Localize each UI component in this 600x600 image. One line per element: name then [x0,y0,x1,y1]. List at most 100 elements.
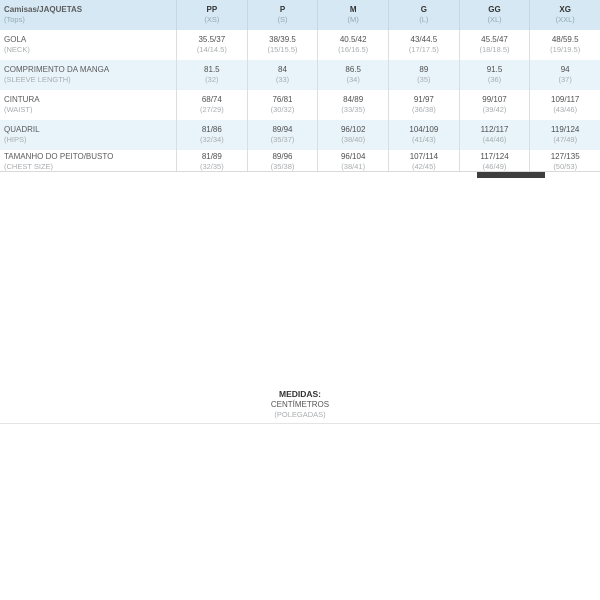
row-label-sub: (NECK) [4,45,174,55]
header-size-p-sub: (S) [248,15,318,25]
measurement-cell-main: 94 [530,65,600,75]
measurement-cell-main: 43/44.5 [389,35,459,45]
header-title-cell: Camisas/JAQUETAS(Tops) [0,0,176,30]
header-size-g: G(L) [388,0,459,30]
table-row: QUADRIL(HIPS)81/86(32/34)89/94(35/37)96/… [0,120,600,150]
measurement-cell: 43/44.5(17/17.5) [388,30,459,60]
measurement-cell-main: 81/89 [177,152,247,162]
row-label: GOLA(NECK) [0,30,176,60]
measurement-cell: 94(37) [529,60,600,90]
measurement-cell-main: 48/59.5 [530,35,600,45]
header-size-pp-sub: (XS) [177,15,247,25]
measurement-cell-sub: (41/43) [389,135,459,145]
header-size-xg-main: XG [530,5,600,15]
header-size-g-main: G [389,5,459,15]
table-row: GOLA(NECK)35.5/37(14/14.5)38/39.5(15/15.… [0,30,600,60]
measurement-cell-sub: (17/17.5) [389,45,459,55]
measurement-cell-main: 107/114 [389,152,459,162]
measurement-cell: 48/59.5(19/19.5) [529,30,600,60]
measurement-cell-sub: (36) [460,75,530,85]
row-label-main: GOLA [4,35,174,45]
measurement-cell-main: 81/86 [177,125,247,135]
measurement-cell-sub: (32) [177,75,247,85]
measurement-cell: 81.5(32) [176,60,247,90]
measurement-cell: 68/74(27/29) [176,90,247,120]
measurement-unit-alt: (POLEGADAS) [0,410,600,420]
header-title-cell-sub: (Tops) [4,15,174,25]
header-size-m-main: M [318,5,388,15]
measurement-cell: 38/39.5(15/15.5) [247,30,318,60]
measurement-cell-sub: (44/46) [460,135,530,145]
row-label: TAMANHO DO PEITO/BUSTO(CHEST SIZE) [0,150,176,171]
measurement-cell-main: 86.5 [318,65,388,75]
measurement-cell-main: 104/109 [389,125,459,135]
measurement-cell-sub: (38/40) [318,135,388,145]
measurement-cell-sub: (32/34) [177,135,247,145]
table-row: CINTURA(WAIST)68/74(27/29)76/81(30/32)84… [0,90,600,120]
measurement-cell: 81/89(32/35) [176,150,247,171]
measurement-cell-main: 127/135 [530,152,600,162]
header-size-m-sub: (M) [318,15,388,25]
measurement-cell: 84(33) [247,60,318,90]
measurement-cell-sub: (19/19.5) [530,45,600,55]
measurement-note-title: MEDIDAS: [0,389,600,400]
measurement-cell: 89(35) [388,60,459,90]
measurement-cell-sub: (35/38) [248,162,318,171]
measurement-cell-main: 89/96 [248,152,318,162]
measurement-cell-main: 76/81 [248,95,318,105]
measurement-cell-main: 84/89 [318,95,388,105]
measurement-unit: CENTÍMETROS [0,400,600,410]
header-size-m: M(M) [317,0,388,30]
header-size-gg: GG(XL) [459,0,530,30]
measurement-cell-sub: (43/46) [530,105,600,115]
measurement-cell-main: 38/39.5 [248,35,318,45]
measurement-cell-main: 109/117 [530,95,600,105]
measurement-cell-main: 40.5/42 [318,35,388,45]
measurement-cell-sub: (36/38) [389,105,459,115]
measurement-cell-sub: (32/35) [177,162,247,171]
measurement-cell-sub: (50/53) [530,162,600,171]
measurement-cell: 117/124(46/49) [459,150,530,171]
measurement-cell: 35.5/37(14/14.5) [176,30,247,60]
measurement-cell-main: 89 [389,65,459,75]
measurement-cell: 96/104(38/41) [317,150,388,171]
measurement-note: MEDIDAS: CENTÍMETROS (POLEGADAS) [0,389,600,420]
measurement-cell-sub: (30/32) [248,105,318,115]
measurement-cell: 84/89(33/35) [317,90,388,120]
measurement-cell-main: 89/94 [248,125,318,135]
measurement-cell: 99/107(39/42) [459,90,530,120]
measurement-cell-main: 96/102 [318,125,388,135]
row-label-sub: (SLEEVE LENGTH) [4,75,174,85]
size-chart-table: Camisas/JAQUETAS(Tops)PP(XS)P(S)M(M)G(L)… [0,0,600,172]
size-chart-page: MasculinoFemininoInfantilCalçados Camisa… [0,0,600,600]
measurement-cell-main: 84 [248,65,318,75]
measurement-cell-sub: (16/16.5) [318,45,388,55]
measurement-cell: 107/114(42/45) [388,150,459,171]
measurement-cell-main: 91.5 [460,65,530,75]
measurement-cell-sub: (18/18.5) [460,45,530,55]
measurement-cell-main: 68/74 [177,95,247,105]
measurement-cell: 127/135(50/53) [529,150,600,171]
measurement-cell: 112/117(44/46) [459,120,530,150]
table-header-row: Camisas/JAQUETAS(Tops)PP(XS)P(S)M(M)G(L)… [0,0,600,30]
measurement-cell: 96/102(38/40) [317,120,388,150]
header-size-p: P(S) [247,0,318,30]
measurement-cell-sub: (35/37) [248,135,318,145]
measurement-cell-sub: (38/41) [318,162,388,171]
measurement-cell-sub: (42/45) [389,162,459,171]
header-size-pp: PP(XS) [176,0,247,30]
row-label: COMPRIMENTO DA MANGA(SLEEVE LENGTH) [0,60,176,90]
measurement-cell: 86.5(34) [317,60,388,90]
header-size-gg-main: GG [460,5,530,15]
measurement-cell-sub: (14/14.5) [177,45,247,55]
measurement-cell-sub: (34) [318,75,388,85]
measurement-cell: 91/97(36/38) [388,90,459,120]
measurement-cell-main: 99/107 [460,95,530,105]
measurement-cell-sub: (35) [389,75,459,85]
row-label-sub: (HIPS) [4,135,174,145]
measurement-cell-main: 91/97 [389,95,459,105]
measurement-cell-sub: (39/42) [460,105,530,115]
header-title-cell-main: Camisas/JAQUETAS [4,5,174,15]
footer-divider [0,423,600,424]
measurement-cell: 81/86(32/34) [176,120,247,150]
